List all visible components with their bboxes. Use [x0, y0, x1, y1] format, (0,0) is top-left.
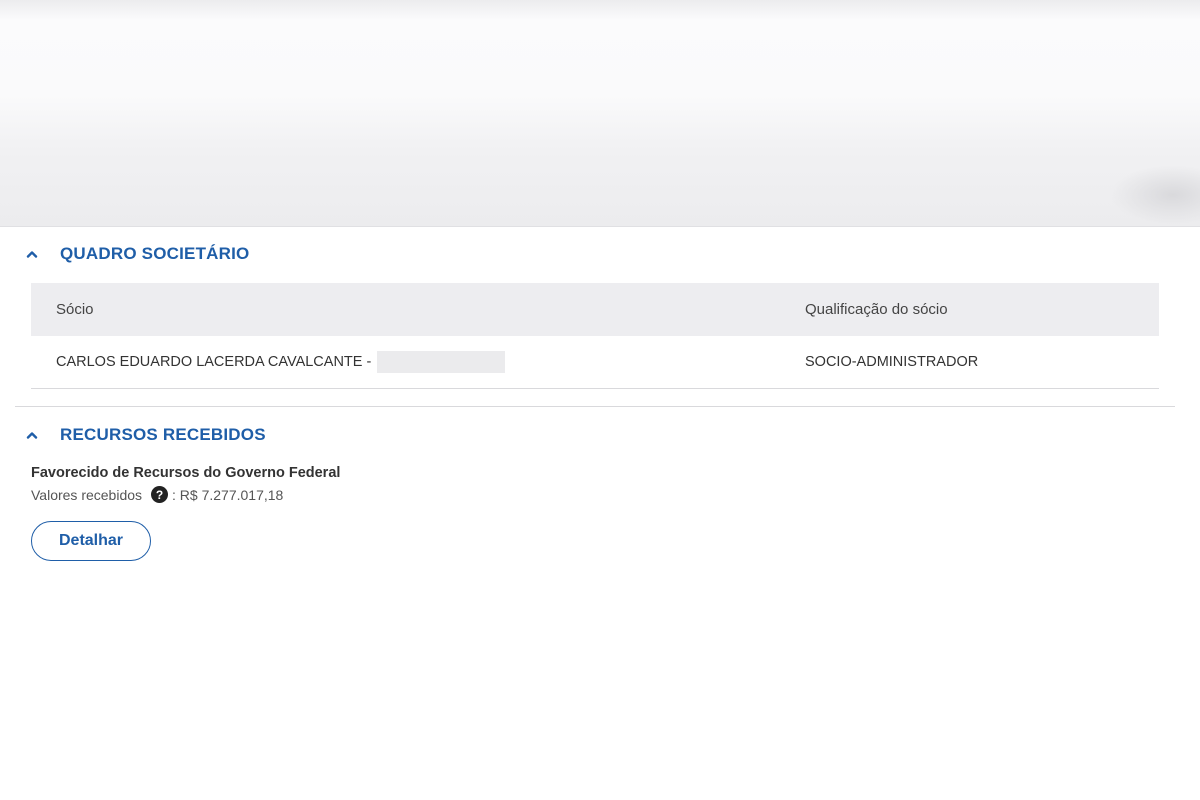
- valores-label: Valores recebidos: [31, 486, 143, 503]
- table-header-row: Sócio Qualificação do sócio: [31, 283, 1159, 336]
- valores-value: : R$ 7.277.017,18: [172, 486, 284, 503]
- quadro-societario-toggle[interactable]: QUADRO SOCIETÁRIO: [22, 244, 249, 264]
- question-circle-icon[interactable]: ?: [151, 486, 169, 503]
- qualificacao-cell: SOCIO-ADMINISTRADOR: [805, 354, 979, 370]
- column-header-socio: Sócio: [56, 301, 94, 318]
- chevron-up-icon: [22, 425, 42, 445]
- recursos-recebidos-toggle[interactable]: RECURSOS RECEBIDOS: [22, 425, 266, 445]
- column-header-qualificacao: Qualificação do sócio: [805, 301, 948, 318]
- socio-name: CARLOS EDUARDO LACERDA CAVALCANTE -: [56, 354, 372, 370]
- socios-table: Sócio Qualificação do sócio CARLOS EDUAR…: [31, 283, 1159, 389]
- section-divider: [15, 406, 1175, 407]
- valores-recebidos-line: Valores recebidos ? : R$ 7.277.017,18: [31, 486, 283, 503]
- chevron-up-icon: [22, 244, 42, 264]
- table-row: CARLOS EDUARDO LACERDA CAVALCANTE - SOCI…: [31, 336, 1159, 389]
- page-header-area: [0, 0, 1200, 227]
- recursos-recebidos-title: RECURSOS RECEBIDOS: [60, 425, 266, 444]
- socio-cell: CARLOS EDUARDO LACERDA CAVALCANTE -: [31, 351, 805, 373]
- quadro-societario-title: QUADRO SOCIETÁRIO: [60, 244, 250, 263]
- redacted-document: [377, 351, 506, 373]
- favorecido-title: Favorecido de Recursos do Governo Federa…: [31, 465, 341, 481]
- detalhar-button[interactable]: Detalhar: [31, 521, 151, 561]
- blurred-element: [1110, 165, 1200, 225]
